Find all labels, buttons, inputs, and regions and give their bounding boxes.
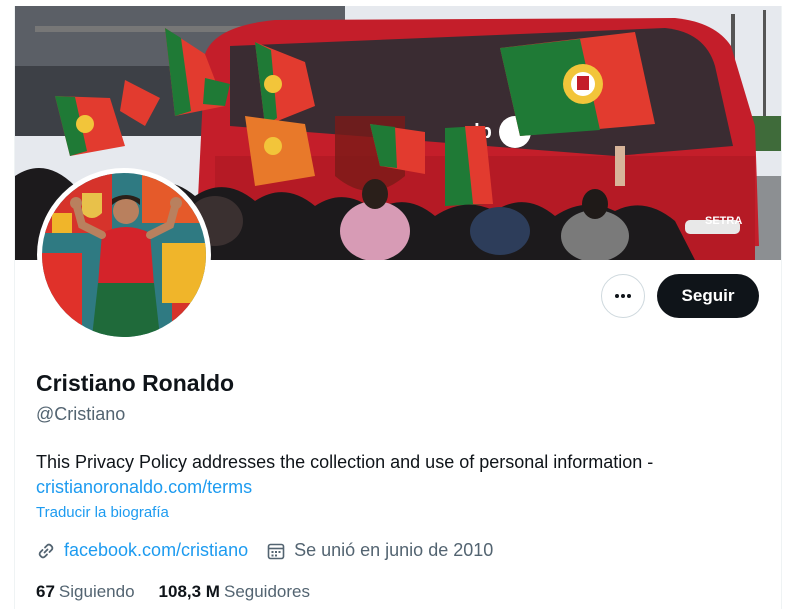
following-count: 67 (36, 582, 55, 601)
profile-meta: facebook.com/cristiano Se unió en junio … (36, 540, 511, 561)
bio-link[interactable]: cristianoronaldo.com/terms (36, 477, 252, 497)
profile-page: alp SETRA (14, 6, 782, 609)
bio-text: This Privacy Policy addresses the collec… (36, 452, 654, 472)
bus-model-text: SETRA (705, 215, 742, 227)
website-link[interactable]: facebook.com/cristiano (64, 540, 248, 561)
followers-count: 108,3 M (158, 582, 220, 601)
more-horizontal-icon (615, 294, 631, 298)
followers-label: Seguidores (223, 582, 310, 601)
link-icon (36, 541, 56, 561)
avatar-image (42, 173, 206, 337)
translate-bio-link[interactable]: Traducir la biografía (36, 504, 169, 521)
follow-button[interactable]: Seguir (657, 274, 759, 318)
more-options-button[interactable] (601, 274, 645, 318)
joined-item: Se unió en junio de 2010 (266, 540, 493, 561)
joined-date: Se unió en junio de 2010 (294, 540, 494, 560)
profile-bio: This Privacy Policy addresses the collec… (36, 450, 756, 500)
profile-handle: @Cristiano (36, 404, 126, 424)
website-item: facebook.com/cristiano (36, 540, 248, 561)
profile-name: Cristiano Ronaldo (36, 370, 235, 396)
calendar-icon (266, 541, 286, 561)
avatar[interactable] (37, 168, 211, 342)
followers-stat[interactable]: 108,3 M Seguidores (159, 582, 310, 602)
following-label: Siguiendo (58, 582, 135, 601)
profile-stats: 67 Siguiendo 108,3 M Seguidores (36, 582, 334, 602)
following-stat[interactable]: 67 Siguiendo (36, 582, 135, 602)
